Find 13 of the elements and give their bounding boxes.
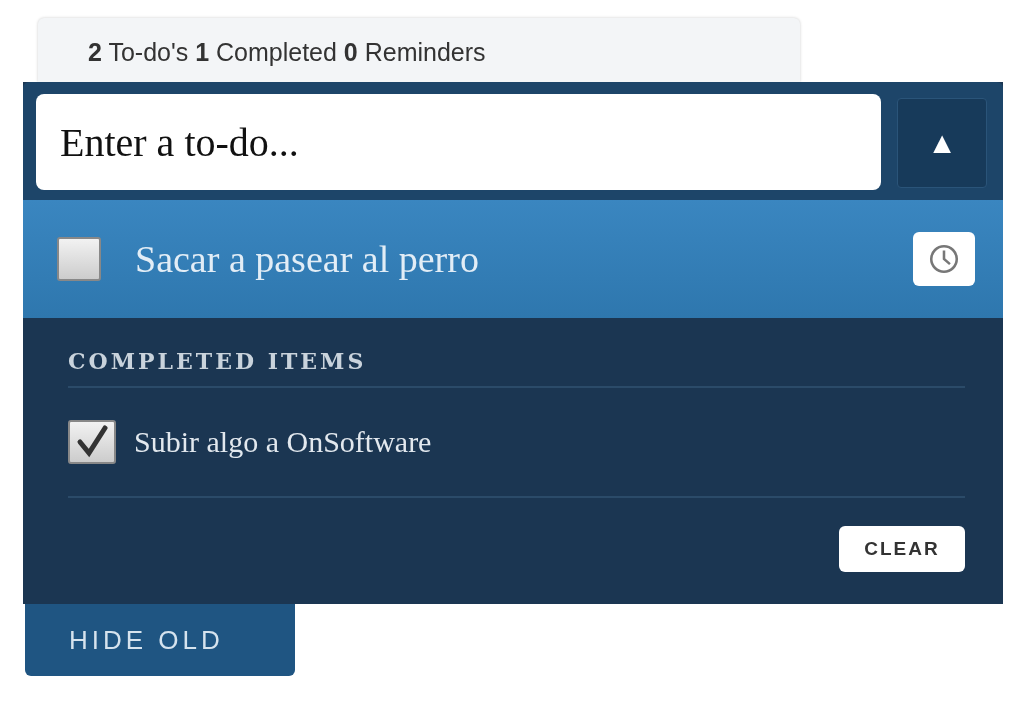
completed-item-text: Subir algo a OnSoftware xyxy=(134,425,432,459)
section-heading: COMPLETED ITEMS xyxy=(68,348,965,388)
reminder-button[interactable] xyxy=(913,232,975,286)
clock-icon xyxy=(927,242,961,276)
todo-text: Sacar a pasear al perro xyxy=(135,237,480,281)
hide-old-button[interactable]: HIDE OLD xyxy=(25,604,295,676)
summary-text: 2 To-do's 1 Completed 0 Reminders xyxy=(38,18,800,82)
todo-row[interactable]: Sacar a pasear al perro xyxy=(23,200,1003,318)
collapse-button[interactable]: ▲ xyxy=(897,98,987,188)
checkbox[interactable] xyxy=(68,420,116,464)
input-field[interactable]: Enter a to-do... xyxy=(36,94,881,190)
clear-button[interactable]: CLEAR xyxy=(839,526,965,572)
checkbox[interactable] xyxy=(57,237,101,281)
